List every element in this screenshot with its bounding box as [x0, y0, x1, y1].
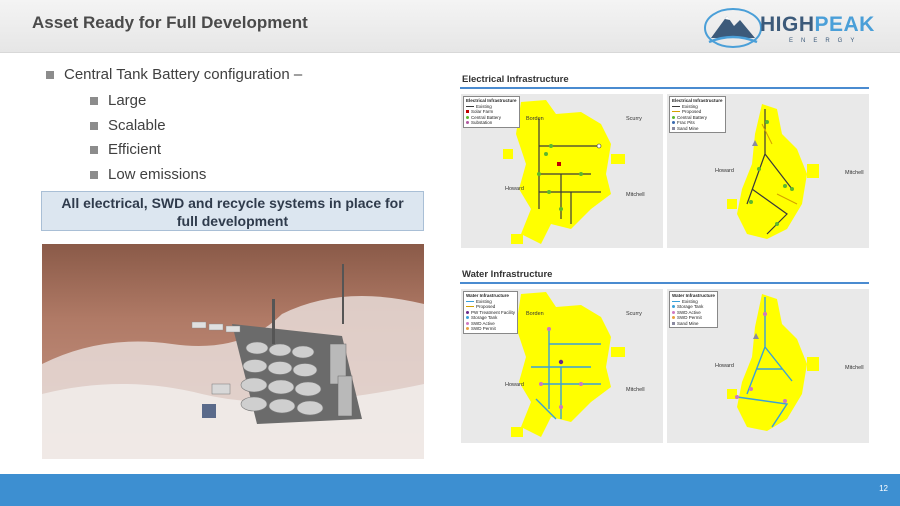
bullet-sub: Low emissions [90, 166, 302, 191]
electrical-map-right: Electrical Infrastructure Existing Propo… [667, 94, 869, 248]
bullet-sub: Large [90, 92, 302, 117]
water-divider [460, 282, 869, 284]
town-label: Mitchell [845, 365, 864, 371]
bullet-sub: Efficient [90, 141, 302, 166]
town-label: Scurry [626, 311, 642, 317]
town-label: Mitchell [626, 192, 645, 198]
town-label: Borden [526, 116, 544, 122]
electrical-section-title: Electrical Infrastructure [462, 74, 569, 85]
water-map-right: Water Infrastructure Existing Storage Ta… [667, 289, 869, 443]
water-section-title: Water Infrastructure [462, 269, 553, 280]
water-map-left: Water Infrastructure Existing Proposed P… [461, 289, 663, 443]
town-label: Mitchell [626, 387, 645, 393]
town-label: Howard [715, 363, 734, 369]
mountain-logo-icon [704, 8, 762, 48]
bullet-main: Central Tank Battery configuration – [46, 66, 302, 92]
water-left-legend: Water Infrastructure Existing Proposed P… [463, 291, 519, 334]
town-label: Howard [505, 382, 524, 388]
town-label: Howard [715, 168, 734, 174]
town-label: Borden [526, 311, 544, 317]
slide-title: Asset Ready for Full Development [32, 13, 308, 32]
bullet-sub: Scalable [90, 117, 302, 142]
town-label: Mitchell [845, 170, 864, 176]
electrical-divider [460, 87, 869, 89]
electrical-left-legend: Electrical Infrastructure Existing Solar… [463, 96, 520, 128]
electrical-map-left: Electrical Infrastructure Existing Solar… [461, 94, 663, 248]
electrical-right-legend: Electrical Infrastructure Existing Propo… [669, 96, 726, 133]
tank-battery-photo [42, 244, 424, 459]
water-right-legend: Water Infrastructure Existing Storage Ta… [669, 291, 718, 328]
logo-subtitle: ENERGY [789, 38, 863, 44]
town-label: Howard [505, 186, 524, 192]
logo-wordmark: HIGHPEAK [760, 13, 875, 36]
callout-box: All electrical, SWD and recycle systems … [41, 191, 424, 231]
page-number: 12 [879, 484, 888, 493]
town-label: Scurry [626, 116, 642, 122]
slide-header: Asset Ready for Full Development HIGHPEA… [0, 0, 900, 53]
highpeak-logo: HIGHPEAK ENERGY [697, 4, 887, 50]
bullet-list: Central Tank Battery configuration – Lar… [46, 66, 302, 190]
slide-footer: 12 [0, 474, 900, 506]
